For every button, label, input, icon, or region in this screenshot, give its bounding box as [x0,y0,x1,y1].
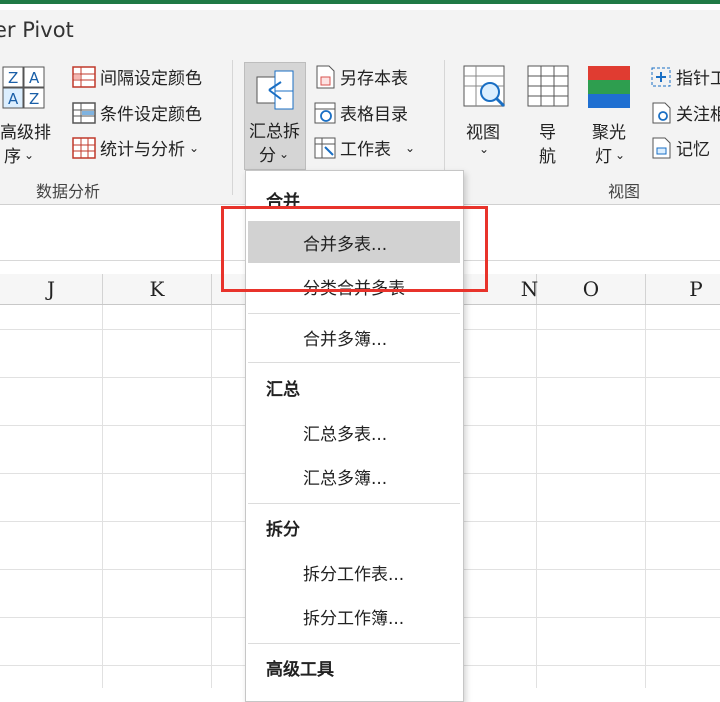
menu-item-split-workbook[interactable]: 拆分工作簿... [248,595,460,637]
spotlight-label-1: 聚光 [592,123,626,143]
svg-text:A: A [29,69,40,87]
advanced-sort-label: 高级排 [0,123,51,143]
interval-color-label: 间隔设定颜色 [100,69,202,89]
menu-divider [248,643,460,644]
ribbon-tab-label[interactable]: er Pivot [0,18,74,42]
column-header-j[interactable]: J [0,274,103,304]
table-condition-icon [72,101,96,124]
summary-split-label-2: 分 [259,146,276,166]
chevron-down-icon: ⌄ [405,140,416,155]
spotlight-icon [588,66,630,108]
worksheet-icon [314,137,336,158]
worksheet-label: 工作表 [340,140,391,160]
save-sheet-label: 另存本表 [340,69,408,89]
menu-item-split-worksheet[interactable]: 拆分工作表... [248,551,460,593]
chevron-down-icon: ⌄ [24,147,35,162]
navigation-label-1: 导 [539,123,556,143]
pointer-tool-label: 指针工 [676,69,720,89]
merge-split-icon [256,70,294,110]
memory-label: 记忆 [676,140,710,160]
group-separator [232,60,233,195]
chevron-down-icon: ⌄ [615,147,626,162]
directory-icon [314,102,336,123]
worksheet-button[interactable]: 工作表 ⌄ [314,135,415,160]
table-directory-button[interactable]: 表格目录 [314,100,408,125]
menu-divider [248,362,460,363]
navigation-grid-icon [527,65,569,107]
column-letter: K [149,277,165,301]
advanced-sort-button[interactable]: Z A A Z 高级排 序 ⌄ [0,66,52,167]
stats-analysis-label: 统计与分析 [100,140,185,160]
menu-divider [248,503,460,504]
chevron-down-icon: ⌄ [279,146,290,161]
summary-split-button[interactable]: 汇总拆 分 ⌄ [244,62,306,170]
sort-az-icon: Z A A Z [2,66,45,109]
data-analysis-group-label: 数据分析 [36,182,101,201]
chevron-down-icon: ⌄ [479,142,490,156]
menu-item-summary-workbooks[interactable]: 汇总多簿... [248,455,460,497]
summary-split-label-row2: 分 ⌄ [259,141,289,166]
view-group-label: 视图 [608,182,641,201]
save-sheet-button[interactable]: 另存本表 [314,64,408,89]
focus-related-label: 关注相 [676,105,720,125]
pointer-tool-button[interactable]: 指针工 [650,64,720,89]
ribbon-tab-row [0,10,720,52]
title-bar-strip [0,0,720,10]
focus-doc-icon [652,102,671,123]
menu-item-summary-sheets[interactable]: 汇总多表... [248,411,460,453]
memory-button[interactable]: 记忆 [650,135,710,160]
highlight-annotation-box [221,206,488,292]
column-letter: P [689,277,703,301]
stats-analysis-button[interactable]: 统计与分析 ⌄ [72,135,199,160]
svg-text:Z: Z [29,90,39,108]
memory-doc-icon [652,137,671,158]
navigation-label-2: 航 [539,147,556,167]
view-magnifier-icon [463,65,506,108]
menu-section-split: 拆分 [266,520,300,540]
menu-item-merge-workbooks[interactable]: 合并多簿... [248,316,460,358]
column-letter: O [582,277,600,301]
save-doc-icon [316,65,335,88]
spotlight-button[interactable]: 聚光 灯 ⌄ [586,64,636,167]
column-letter: N [520,277,539,301]
svg-text:A: A [8,90,19,108]
view-label: 视图 [466,123,500,143]
column-header-p[interactable]: P [646,274,720,304]
crosshair-icon [651,67,671,86]
condition-color-button[interactable]: 条件设定颜色 [72,100,202,125]
condition-color-label: 条件设定颜色 [100,105,202,125]
chevron-down-icon: ⌄ [189,140,200,155]
svg-text:Z: Z [8,69,18,87]
stats-grid-icon [72,136,96,159]
summary-split-label: 汇总拆 [249,122,300,142]
column-header-k[interactable]: K [103,274,212,304]
table-directory-label: 表格目录 [340,105,408,125]
grid-color-icon [72,65,96,88]
focus-related-button[interactable]: 关注相 [650,100,720,125]
view-button[interactable]: 视图 ⌄ [460,64,512,156]
advanced-sort-label-2: 序 [4,147,21,167]
spotlight-label-2: 灯 [595,147,612,167]
advanced-sort-label-row2: 序 ⌄ [4,142,34,167]
navigation-button[interactable]: 导 航 [526,64,572,167]
menu-section-summary: 汇总 [266,380,300,400]
spotlight-label-row2: 灯 ⌄ [595,142,625,167]
interval-color-button[interactable]: 间隔设定颜色 [72,64,202,89]
column-header-o[interactable]: O [537,274,646,304]
menu-section-advanced-tools: 高级工具 [266,660,334,680]
column-letter: J [46,277,56,301]
menu-divider [248,313,460,314]
